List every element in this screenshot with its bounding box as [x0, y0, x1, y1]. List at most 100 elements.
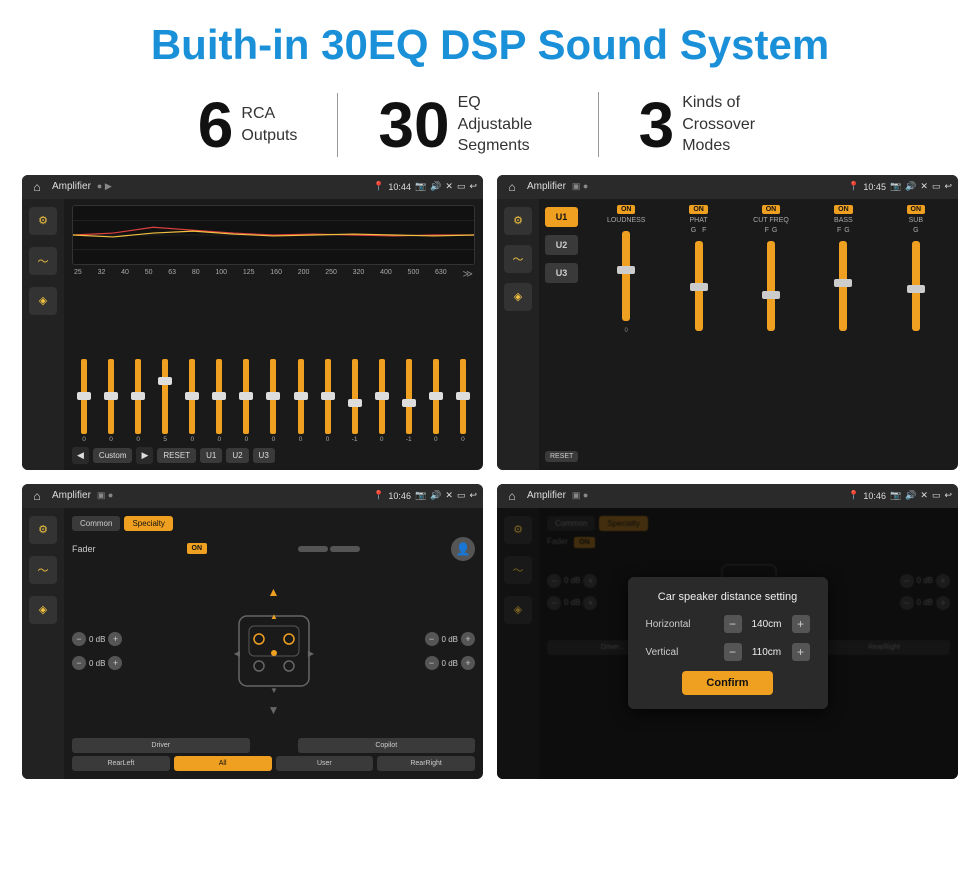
slider-13[interactable]: -1	[397, 359, 421, 443]
rearleft-btn[interactable]: RearLeft	[72, 756, 170, 771]
slider-2[interactable]: 0	[99, 359, 123, 443]
loudness-on[interactable]: ON	[617, 205, 636, 214]
bass-label: BASS	[834, 217, 853, 224]
horizontal-plus-btn[interactable]: +	[792, 615, 810, 633]
phat-on[interactable]: ON	[689, 205, 708, 214]
stat-rca: 6 RCAOutputs	[158, 93, 339, 157]
cross-filter-icon[interactable]: ⚙	[504, 207, 532, 235]
u2-select-btn[interactable]: U2	[545, 235, 578, 255]
horizontal-value: 140cm	[747, 619, 787, 630]
fader-speaker-icon[interactable]: ◈	[29, 596, 57, 624]
slider-6[interactable]: 0	[207, 359, 231, 443]
slider-1[interactable]: 0	[72, 359, 96, 443]
fader-bottom-btns: Driver Copilot	[72, 738, 475, 753]
loudness-slider[interactable]	[622, 231, 630, 321]
slider-12[interactable]: 0	[370, 359, 394, 443]
home-icon-4: ⌂	[503, 487, 521, 505]
fr-plus-btn[interactable]: +	[461, 632, 475, 646]
rearright-btn[interactable]: RearRight	[377, 756, 475, 771]
cross-reset-btn[interactable]: RESET	[545, 451, 578, 462]
eq-filter-icon[interactable]: ⚙	[29, 207, 57, 235]
rl-plus-btn[interactable]: +	[108, 656, 122, 670]
fr-db-control: − 0 dB +	[425, 632, 475, 646]
eq-next-btn[interactable]: ▶	[136, 447, 153, 464]
specialty-tab[interactable]: Specialty	[124, 516, 172, 531]
camera-icon-3: 📷	[415, 490, 426, 501]
phat-label: PHAT	[690, 217, 708, 224]
eq-reset-btn[interactable]: RESET	[157, 448, 196, 463]
fr-minus-btn[interactable]: −	[425, 632, 439, 646]
horizontal-stepper: − 140cm +	[724, 615, 810, 633]
stat-number-eq: 30	[378, 93, 449, 157]
fader-on-toggle[interactable]: ON	[187, 543, 208, 554]
loudness-col: ON LOUDNESS 0	[592, 205, 660, 464]
eq-u3-btn[interactable]: U3	[253, 448, 275, 463]
crossover-side-panel: ⚙ 〜 ◈	[497, 199, 539, 470]
u3-select-btn[interactable]: U3	[545, 263, 578, 283]
eq-prev-btn[interactable]: ◀	[72, 447, 89, 464]
horizontal-minus-btn[interactable]: −	[724, 615, 742, 633]
cross-wave-icon[interactable]: 〜	[504, 245, 532, 273]
slider-11[interactable]: -1	[343, 359, 367, 443]
all-btn[interactable]: All	[174, 756, 272, 771]
eq-u1-btn[interactable]: U1	[200, 448, 222, 463]
slider-8[interactable]: 0	[261, 359, 285, 443]
dots-4: ▣ ●	[572, 490, 588, 501]
u1-select-btn[interactable]: U1	[545, 207, 578, 227]
eq-speaker-icon[interactable]: ◈	[29, 287, 57, 315]
fader-wave-icon[interactable]: 〜	[29, 556, 57, 584]
rl-minus-btn[interactable]: −	[72, 656, 86, 670]
user-btn[interactable]: User	[276, 756, 374, 771]
fader-filter-icon[interactable]: ⚙	[29, 516, 57, 544]
common-tab[interactable]: Common	[72, 516, 120, 531]
copilot-btn[interactable]: Copilot	[298, 738, 476, 753]
eq-wave-icon[interactable]: 〜	[29, 247, 57, 275]
phat-slider[interactable]	[695, 241, 703, 331]
rr-plus-btn[interactable]: +	[461, 656, 475, 670]
sub-on[interactable]: ON	[907, 205, 926, 214]
slider-15[interactable]: 0	[451, 359, 475, 443]
slider-9[interactable]: 0	[289, 359, 313, 443]
x-icon-3: ✕	[445, 490, 453, 501]
status-icons-3: 📍 10:46 📷 🔊 ✕ ▭ ↩	[373, 490, 477, 501]
rr-db-value: 0 dB	[442, 659, 458, 668]
vertical-minus-btn[interactable]: −	[724, 643, 742, 661]
slider-3[interactable]: 0	[126, 359, 150, 443]
slider-4[interactable]: 5	[153, 359, 177, 443]
person-icon: 👤	[451, 537, 475, 561]
slider-5[interactable]: 0	[180, 359, 204, 443]
x-icon-1: ✕	[445, 181, 453, 192]
time-2: 10:45	[863, 182, 886, 192]
svg-text:▶: ▶	[307, 649, 314, 658]
slider-14[interactable]: 0	[424, 359, 448, 443]
camera-icon-2: 📷	[890, 181, 901, 192]
location-icon-2: 📍	[848, 181, 859, 192]
window-icon-2: ▭	[932, 181, 941, 192]
status-icons-4: 📍 10:46 📷 🔊 ✕ ▭ ↩	[848, 490, 952, 501]
driver-btn[interactable]: Driver	[72, 738, 250, 753]
fl-plus-btn[interactable]: +	[108, 632, 122, 646]
cutfreq-on[interactable]: ON	[762, 205, 781, 214]
expand-icon[interactable]: ≫	[462, 269, 472, 280]
cross-speaker-icon[interactable]: ◈	[504, 283, 532, 311]
back-icon-2: ↩	[944, 181, 952, 192]
eq-u2-btn[interactable]: U2	[226, 448, 248, 463]
bass-slider[interactable]	[839, 241, 847, 331]
eq-custom-btn[interactable]: Custom	[93, 448, 133, 463]
fader-content: ⚙ 〜 ◈ Common Specialty Fader ON 👤	[22, 508, 483, 779]
rr-minus-btn[interactable]: −	[425, 656, 439, 670]
eq-sliders: 0 0 0 5 0	[72, 286, 475, 443]
slider-7[interactable]: 0	[234, 359, 258, 443]
crossover-main-panel: ON LOUDNESS 0 ON PHAT GF	[584, 199, 958, 470]
location-icon-3: 📍	[373, 490, 384, 501]
screenshots-grid: ⌂ Amplifier ● ▶ 📍 10:44 📷 🔊 ✕ ▭ ↩ ⚙ 〜 ◈	[0, 175, 980, 789]
slider-10[interactable]: 0	[316, 359, 340, 443]
fader-bottom-btns-2: RearLeft All User RearRight	[72, 756, 475, 771]
fl-minus-btn[interactable]: −	[72, 632, 86, 646]
sub-slider[interactable]	[912, 241, 920, 331]
confirm-button[interactable]: Confirm	[682, 671, 772, 695]
bass-on[interactable]: ON	[834, 205, 853, 214]
vertical-plus-btn[interactable]: +	[792, 643, 810, 661]
left-controls: − 0 dB + − 0 dB +	[72, 632, 122, 670]
cutfreq-slider[interactable]	[767, 241, 775, 331]
